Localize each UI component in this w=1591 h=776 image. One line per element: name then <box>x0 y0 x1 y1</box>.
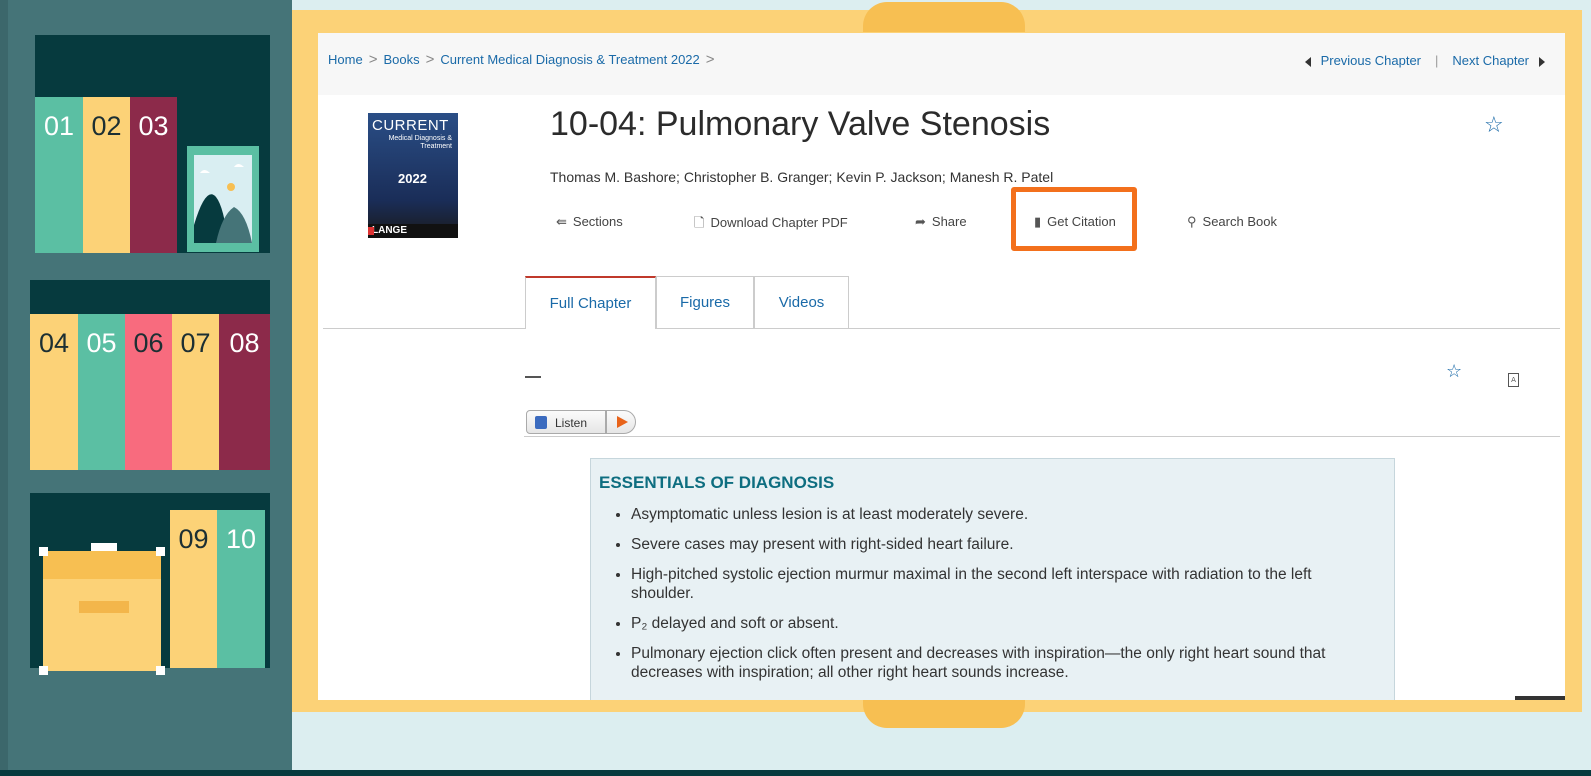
essentials-box: ESSENTIALS OF DIAGNOSIS Asymptomatic unl… <box>590 458 1395 700</box>
list-item: Asymptomatic unless lesion is at least m… <box>631 505 1371 524</box>
content-tabs: Full Chapter Figures Videos <box>323 276 1560 329</box>
chevron-right-icon: > <box>425 51 435 68</box>
book-01: 01 <box>35 97 83 253</box>
breadcrumb-home[interactable]: Home <box>328 52 363 67</box>
share-icon: ➦ <box>915 214 926 229</box>
storage-box <box>39 543 165 675</box>
play-icon <box>617 416 628 428</box>
chapter-title: 10-04: Pulmonary Valve Stenosis <box>550 105 1051 143</box>
sections-label: Sections <box>572 214 623 229</box>
download-label: Download Chapter PDF <box>710 215 848 230</box>
book-09: 09 <box>170 510 217 668</box>
essentials-list: Asymptomatic unless lesion is at least m… <box>591 505 1371 693</box>
box-lid <box>43 551 161 579</box>
browser-screenshot: Home > Books > Current Medical Diagnosis & T… <box>318 33 1565 700</box>
listen-label: Listen <box>555 416 588 430</box>
picture-mountains <box>194 155 252 243</box>
caret-left-icon <box>1304 56 1311 67</box>
essentials-heading: ESSENTIALS OF DIAGNOSIS <box>599 473 835 492</box>
cover-publisher: LANGE <box>372 225 407 236</box>
cover-subtitle: Medical Diagnosis & Treatment <box>388 135 452 150</box>
list-item: Pulmonary ejection click often present a… <box>631 644 1371 682</box>
list-item: P₂ delayed and soft or absent. <box>631 614 1371 633</box>
tab-full-chapter[interactable]: Full Chapter <box>525 276 656 329</box>
book-04: 04 <box>30 314 78 470</box>
share-button[interactable]: ➦ Share <box>915 214 967 230</box>
frame-tab-top <box>863 2 1025 32</box>
search-book-button[interactable]: ⚲ Search Book <box>1187 214 1277 230</box>
pdf-icon: 🗋 <box>694 215 705 230</box>
box-corner <box>156 666 165 675</box>
divider <box>524 436 1560 437</box>
pdf-icon[interactable]: A <box>1508 373 1519 387</box>
breadcrumb: Home > Books > Current Medical Diagnosis & T… <box>328 51 721 68</box>
cover-publisher-band: LANGE <box>368 224 458 238</box>
book-02: 02 <box>83 97 130 253</box>
sections-button[interactable]: ⇚ Sections <box>556 214 623 230</box>
book-cover[interactable]: CURRENT Medical Diagnosis & Treatment 20… <box>368 113 458 238</box>
collapse-toggle[interactable] <box>525 376 541 378</box>
listen-widget[interactable]: Listen <box>526 410 636 436</box>
bottom-bar <box>0 770 1591 776</box>
publisher-logo <box>368 227 374 235</box>
box-slot <box>79 601 129 613</box>
book-05: 05 <box>78 314 125 470</box>
book-10: 10 <box>217 510 265 668</box>
cover-year: 2022 <box>398 171 427 186</box>
search-label: Search Book <box>1202 214 1277 229</box>
chapter-navigation: Previous Chapter | Next Chapter <box>1304 53 1545 68</box>
star-icon[interactable]: ☆ <box>1484 113 1504 138</box>
mountain-icon <box>194 164 252 243</box>
speaker-icon <box>535 416 547 429</box>
chevron-right-icon: > <box>368 51 378 68</box>
cover-brand: CURRENT <box>372 117 449 134</box>
box-corner <box>156 547 165 556</box>
picture-frame <box>187 146 259 252</box>
download-pdf-button[interactable]: 🗋 Download Chapter PDF <box>694 214 848 236</box>
frame-tab-bottom <box>863 700 1025 728</box>
star-icon[interactable]: ☆ <box>1446 361 1462 382</box>
decorative-bookshelf-panel: 01 02 03 04 05 06 07 08 09 10 <box>0 0 292 776</box>
next-chapter-link[interactable]: Next Chapter <box>1452 53 1529 68</box>
list-item: Severe cases may present with right-side… <box>631 535 1371 554</box>
shelf-2: 04 05 06 07 08 <box>30 280 270 470</box>
box-corner <box>39 547 48 556</box>
search-icon: ⚲ <box>1187 214 1197 229</box>
box-handle <box>91 543 117 551</box>
list-item: High-pitched systolic ejection murmur ma… <box>631 565 1371 603</box>
tab-figures[interactable]: Figures <box>656 276 754 328</box>
play-button[interactable] <box>606 410 636 434</box>
citation-highlight <box>1011 187 1137 251</box>
breadcrumb-book[interactable]: Current Medical Diagnosis & Treatment 20… <box>440 52 699 67</box>
book-08: 08 <box>219 314 270 470</box>
book-03: 03 <box>130 97 177 253</box>
panel-edge <box>0 0 8 776</box>
share-label: Share <box>931 214 967 229</box>
previous-chapter-link[interactable]: Previous Chapter <box>1321 53 1421 68</box>
breadcrumb-books[interactable]: Books <box>383 52 419 67</box>
chapter-authors: Thomas M. Bashore; Christopher B. Grange… <box>550 169 1054 185</box>
box-corner <box>39 666 48 675</box>
sections-icon: ⇚ <box>556 214 567 229</box>
scroll-indicator <box>1515 696 1565 700</box>
book-06: 06 <box>125 314 172 470</box>
divider: | <box>1435 53 1439 68</box>
tab-videos[interactable]: Videos <box>754 276 849 328</box>
caret-right-icon <box>1539 56 1545 67</box>
chevron-right-icon: > <box>705 51 715 68</box>
listen-button[interactable]: Listen <box>526 410 606 434</box>
shelf-1: 01 02 03 <box>35 35 270 253</box>
shelf-3: 09 10 <box>30 493 270 675</box>
book-07: 07 <box>172 314 219 470</box>
